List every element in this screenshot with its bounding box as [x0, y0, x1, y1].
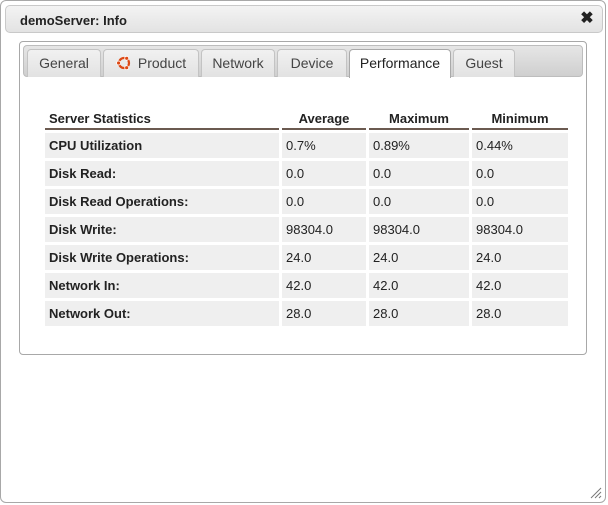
average-value: 98304.0 — [282, 217, 366, 242]
minimum-value: 24.0 — [472, 245, 568, 270]
row-label: Disk Read: — [45, 161, 279, 186]
row-label: Network Out: — [45, 301, 279, 326]
maximum-value: 0.0 — [369, 161, 469, 186]
column-header-average: Average — [282, 109, 366, 130]
tab-bar: General Product Network Device Performan… — [23, 45, 583, 78]
table-row: Disk Write Operations: 24.0 24.0 24.0 — [45, 245, 568, 270]
maximum-value: 42.0 — [369, 273, 469, 298]
tab-label: Network — [212, 55, 264, 71]
column-header-server-statistics: Server Statistics — [45, 109, 279, 130]
tab-product[interactable]: Product — [103, 49, 199, 77]
row-label: CPU Utilization — [45, 133, 279, 158]
tab-label: Product — [137, 55, 187, 71]
minimum-value: 0.44% — [472, 133, 568, 158]
row-label: Disk Read Operations: — [45, 189, 279, 214]
tab-label: General — [39, 55, 89, 71]
row-label: Disk Write Operations: — [45, 245, 279, 270]
minimum-value: 42.0 — [472, 273, 568, 298]
tab-general[interactable]: General — [27, 49, 101, 77]
minimum-value: 0.0 — [472, 161, 568, 186]
average-value: 42.0 — [282, 273, 366, 298]
tab-label: Device — [290, 55, 334, 71]
close-icon[interactable]: ✖ — [578, 10, 596, 28]
average-value: 0.7% — [282, 133, 366, 158]
server-statistics-table: Server Statistics Average Maximum Minimu… — [42, 106, 571, 329]
maximum-value: 0.89% — [369, 133, 469, 158]
row-label: Disk Write: — [45, 217, 279, 242]
minimum-value: 98304.0 — [472, 217, 568, 242]
table-header-row: Server Statistics Average Maximum Minimu… — [45, 109, 568, 130]
maximum-value: 24.0 — [369, 245, 469, 270]
average-value: 0.0 — [282, 161, 366, 186]
tab-panel-frame: General Product Network Device Performan… — [19, 41, 587, 355]
tab-device[interactable]: Device — [277, 49, 347, 77]
resize-grip-icon[interactable] — [590, 487, 602, 499]
tab-network[interactable]: Network — [201, 49, 275, 77]
dialog-title: demoServer: Info — [20, 13, 127, 28]
ubuntu-logo-icon — [116, 55, 130, 70]
tab-performance[interactable]: Performance — [349, 49, 451, 78]
tab-guest[interactable]: Guest — [453, 49, 515, 77]
table-row: Disk Write: 98304.0 98304.0 98304.0 — [45, 217, 568, 242]
tab-label: Guest — [465, 55, 503, 71]
average-value: 0.0 — [282, 189, 366, 214]
table-row: Disk Read Operations: 0.0 0.0 0.0 — [45, 189, 568, 214]
table-row: CPU Utilization 0.7% 0.89% 0.44% — [45, 133, 568, 158]
table-row: Disk Read: 0.0 0.0 0.0 — [45, 161, 568, 186]
minimum-value: 28.0 — [472, 301, 568, 326]
minimum-value: 0.0 — [472, 189, 568, 214]
table-row: Network Out: 28.0 28.0 28.0 — [45, 301, 568, 326]
row-label: Network In: — [45, 273, 279, 298]
table-row: Network In: 42.0 42.0 42.0 — [45, 273, 568, 298]
maximum-value: 98304.0 — [369, 217, 469, 242]
maximum-value: 28.0 — [369, 301, 469, 326]
column-header-maximum: Maximum — [369, 109, 469, 130]
dialog-titlebar[interactable]: demoServer: Info ✖ — [5, 5, 603, 33]
column-header-minimum: Minimum — [472, 109, 568, 130]
maximum-value: 0.0 — [369, 189, 469, 214]
tab-label: Performance — [359, 55, 441, 71]
average-value: 24.0 — [282, 245, 366, 270]
info-dialog: demoServer: Info ✖ General Product Netwo… — [0, 0, 606, 503]
average-value: 28.0 — [282, 301, 366, 326]
